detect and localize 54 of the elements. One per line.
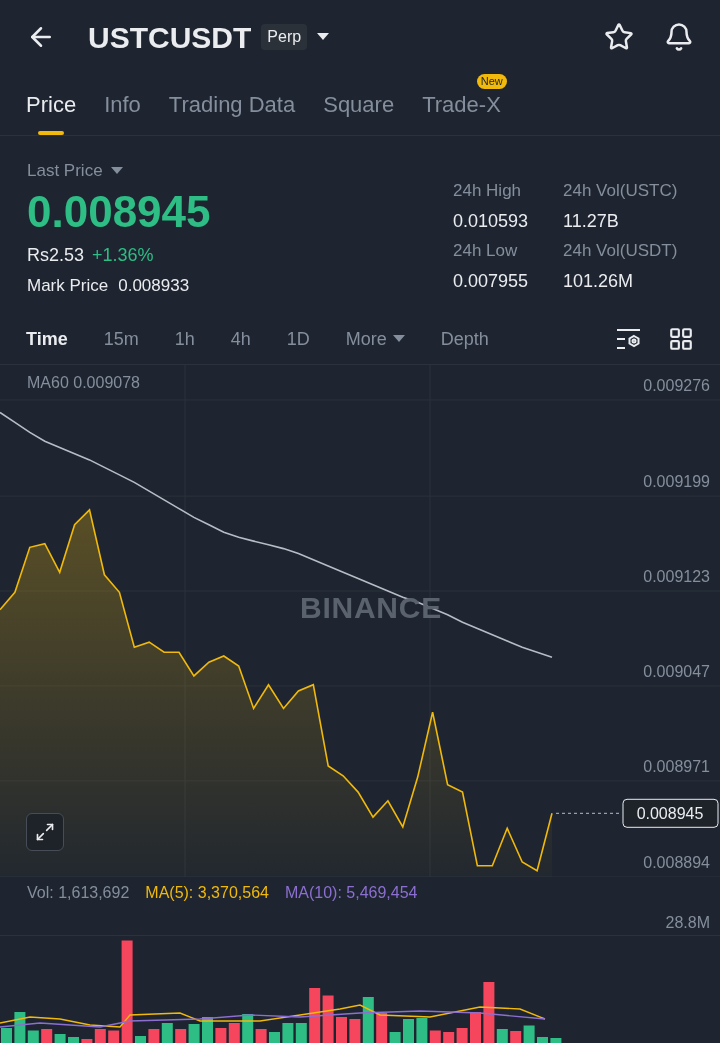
stat-label: 24h Vol(USDT)	[563, 240, 679, 262]
moving-average-label: MA60 0.009078	[27, 373, 140, 393]
y-axis-label: 0.009047	[643, 662, 710, 680]
volume-axis-label: 28.8M	[665, 913, 710, 933]
price-type-label: Last Price	[27, 160, 103, 182]
volume-legend: Vol: 1,613,692	[27, 881, 130, 905]
volume-legend: MA(10): 5,469,454	[284, 881, 418, 905]
stat-value: 0.007955	[453, 269, 530, 293]
y-axis-label: 0.008894	[643, 854, 710, 871]
layout-button[interactable]	[668, 326, 694, 352]
last-price: 0.008945	[27, 185, 212, 238]
notification-button[interactable]	[664, 22, 694, 52]
price-change: +1.36%	[92, 243, 154, 267]
more-dropdown[interactable]: More	[345, 325, 405, 353]
interval-tab[interactable]: Depth	[440, 325, 489, 353]
new-badge: New	[476, 74, 507, 89]
expand-icon	[35, 822, 55, 842]
interval-tab[interactable]: 1D	[286, 325, 310, 353]
dropdown-caret-icon	[317, 33, 330, 41]
tab[interactable]: Info	[104, 74, 141, 135]
tab[interactable]: Price	[26, 74, 77, 135]
bell-icon	[664, 22, 694, 52]
mark-price-value: 0.008933	[118, 274, 190, 297]
contract-tag: Perp	[261, 24, 308, 50]
interval-tab[interactable]: Time	[26, 325, 68, 353]
mark-price-label: Mark Price	[27, 274, 109, 297]
tab[interactable]: Trading Data	[168, 74, 296, 135]
chart-settings-icon	[616, 327, 642, 351]
interval-tab[interactable]: 1h	[174, 325, 195, 353]
y-axis-label: 0.008971	[643, 757, 710, 775]
y-axis-label: 0.009123	[643, 568, 710, 586]
interval-tab[interactable]: 4h	[230, 325, 251, 353]
stat-value: 11.27B	[563, 209, 620, 233]
y-axis-label: 0.009199	[643, 473, 710, 491]
chart-settings-button[interactable]	[616, 327, 642, 351]
stat-value: 101.26M	[563, 269, 635, 293]
interval-tab[interactable]: 15m	[103, 325, 139, 353]
last-price-tag: 0.008945	[622, 798, 719, 828]
price-type-caret-icon	[110, 166, 123, 175]
symbol-title: USTCUSDT	[88, 19, 252, 56]
y-axis-label: 0.009276	[643, 376, 710, 394]
watermark-logo: BINANCE	[300, 590, 442, 626]
volume-legend: MA(5): 3,370,564	[145, 881, 269, 905]
stat-label: 24h High	[453, 180, 523, 202]
star-icon	[604, 22, 634, 52]
stat-value: 0.010593	[453, 209, 530, 233]
grid-icon	[668, 326, 694, 352]
expand-button[interactable]	[26, 813, 64, 851]
more-caret-icon	[392, 335, 405, 343]
favorite-button[interactable]	[604, 22, 634, 52]
tab[interactable]: Square	[323, 74, 395, 135]
fiat-price: Rs2.53	[27, 243, 85, 267]
stat-label: 24h Low	[453, 240, 519, 262]
stat-label: 24h Vol(USTC)	[563, 180, 679, 202]
